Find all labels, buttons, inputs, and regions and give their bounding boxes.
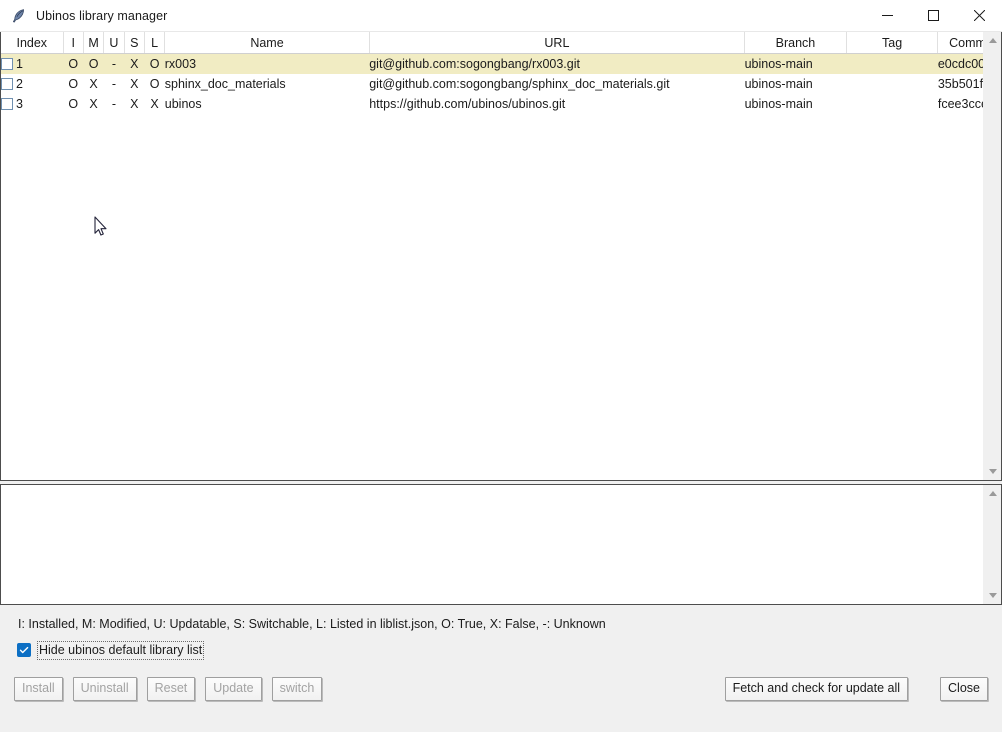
row-url: https://github.com/ubinos/ubinos.git <box>369 97 566 111</box>
row-select-checkbox[interactable] <box>1 78 13 90</box>
row-name: sphinx_doc_materials <box>164 77 286 91</box>
row-flag-updatable: - <box>103 53 125 74</box>
row-branch: ubinos-main <box>744 53 847 74</box>
row-flag-switchable: X <box>130 77 139 91</box>
row-branch: ubinos-main <box>744 97 813 111</box>
row-flag-installed: O <box>68 77 79 91</box>
row-flag-installed: O <box>63 53 84 74</box>
row-index-cell[interactable]: 2 <box>1 74 63 94</box>
scrollbar-track[interactable] <box>984 49 1001 463</box>
row-tag <box>846 53 938 74</box>
row-url: git@github.com:sogongbang/rx003.git <box>369 53 745 74</box>
row-flag-installed: O <box>68 97 79 111</box>
log-output-text[interactable] <box>1 485 983 604</box>
row-commit: e0cdc00bf9 <box>937 53 983 74</box>
row-name: ubinos <box>164 97 202 111</box>
table-vertical-scrollbar[interactable] <box>983 32 1001 480</box>
scrollbar-track[interactable] <box>984 502 1001 587</box>
library-table-panel: Index I M U S L Name URL Branch Tag Comm… <box>0 32 1002 480</box>
row-commit: fcee3ccec4 <box>937 97 983 111</box>
install-button[interactable]: Install <box>14 677 63 701</box>
row-flag-listed: X <box>150 97 159 111</box>
row-select-checkbox[interactable] <box>1 98 13 110</box>
row-name: rx003 <box>164 53 370 74</box>
row-flag-modified: X <box>89 77 98 91</box>
scroll-up-arrow[interactable] <box>984 32 1001 49</box>
column-header-l[interactable]: L <box>144 32 166 54</box>
column-header-name[interactable]: Name <box>164 32 370 54</box>
row-index-cell[interactable]: 3 <box>1 94 63 114</box>
app-window: Ubinos library manager Index I M U S L N… <box>0 0 1002 732</box>
mouse-cursor <box>94 216 108 242</box>
column-header-tag[interactable]: Tag <box>846 32 939 54</box>
table-row[interactable]: 2 O X - X O sphinx_doc_materials git@git… <box>1 74 983 94</box>
feather-quill-icon <box>11 8 27 24</box>
table-row[interactable]: 3 O X - X X ubinos https://github.com/ub… <box>1 94 983 114</box>
column-header-index[interactable]: Index <box>1 32 64 54</box>
scroll-down-arrow[interactable] <box>984 587 1001 604</box>
row-branch: ubinos-main <box>744 77 813 91</box>
row-tag <box>846 94 938 114</box>
update-button[interactable]: Update <box>205 677 262 701</box>
row-index-label: 1 <box>16 57 23 71</box>
library-table-body: 1 O O - X O rx003 git@github.com:sogongb… <box>1 53 983 115</box>
row-select-checkbox[interactable] <box>1 58 13 70</box>
table-row[interactable]: 1 O O - X O rx003 git@github.com:sogongb… <box>1 53 983 74</box>
primary-button-group: Fetch and check for update all Close <box>724 677 988 701</box>
row-index-label: 3 <box>16 97 23 111</box>
hide-default-list-label: Hide ubinos default library list <box>37 640 205 660</box>
log-vertical-scrollbar[interactable] <box>983 485 1001 604</box>
column-header-m[interactable]: M <box>83 32 105 54</box>
flag-legend: I: Installed, M: Modified, U: Updatable,… <box>18 617 606 631</box>
column-header-commit[interactable]: Commit <box>937 32 983 54</box>
uninstall-button[interactable]: Uninstall <box>72 677 137 701</box>
column-header-s[interactable]: S <box>124 32 145 54</box>
row-flag-switchable: X <box>130 97 139 111</box>
row-index-cell[interactable]: 1 <box>1 53 64 74</box>
library-table-scrollport: Index I M U S L Name URL Branch Tag Comm… <box>1 32 983 480</box>
scroll-up-arrow[interactable] <box>984 485 1001 502</box>
row-flag-listed: O <box>144 53 165 74</box>
row-flag-modified: O <box>83 53 104 74</box>
window-controls <box>864 0 1002 31</box>
hide-default-list-row[interactable]: Hide ubinos default library list <box>0 635 1002 665</box>
column-header-branch[interactable]: Branch <box>744 32 847 54</box>
row-index-label: 2 <box>16 77 23 91</box>
table-header-row: Index I M U S L Name URL Branch Tag Comm… <box>1 32 983 54</box>
row-flag-updatable: - <box>111 97 116 111</box>
column-header-u[interactable]: U <box>103 32 125 54</box>
row-flag-listed: O <box>149 77 160 91</box>
close-button[interactable]: Close <box>940 677 988 701</box>
row-flag-switchable: X <box>124 53 145 74</box>
row-commit: 35b501ff05 <box>937 77 983 91</box>
minimize-button[interactable] <box>864 0 910 31</box>
reset-button[interactable]: Reset <box>146 677 196 701</box>
column-header-url[interactable]: URL <box>369 32 746 54</box>
hide-default-list-checkbox[interactable] <box>17 643 31 657</box>
maximize-button[interactable] <box>910 0 956 31</box>
row-url: git@github.com:sogongbang/sphinx_doc_mat… <box>369 77 670 91</box>
log-output-panel <box>0 485 1002 605</box>
close-window-button[interactable] <box>956 0 1002 31</box>
window-title: Ubinos library manager <box>36 8 168 23</box>
title-bar: Ubinos library manager <box>0 0 1002 32</box>
row-flag-updatable: - <box>111 77 116 91</box>
row-tag <box>846 74 938 94</box>
scroll-down-arrow[interactable] <box>984 463 1001 480</box>
row-flag-modified: X <box>89 97 98 111</box>
action-button-bar: Install Uninstall Reset Update switch Fe… <box>0 665 1002 732</box>
fetch-and-check-update-all-button[interactable]: Fetch and check for update all <box>724 677 909 701</box>
column-header-i[interactable]: I <box>63 32 84 54</box>
switch-button[interactable]: switch <box>271 677 323 701</box>
library-table: Index I M U S L Name URL Branch Tag Comm… <box>1 32 983 114</box>
